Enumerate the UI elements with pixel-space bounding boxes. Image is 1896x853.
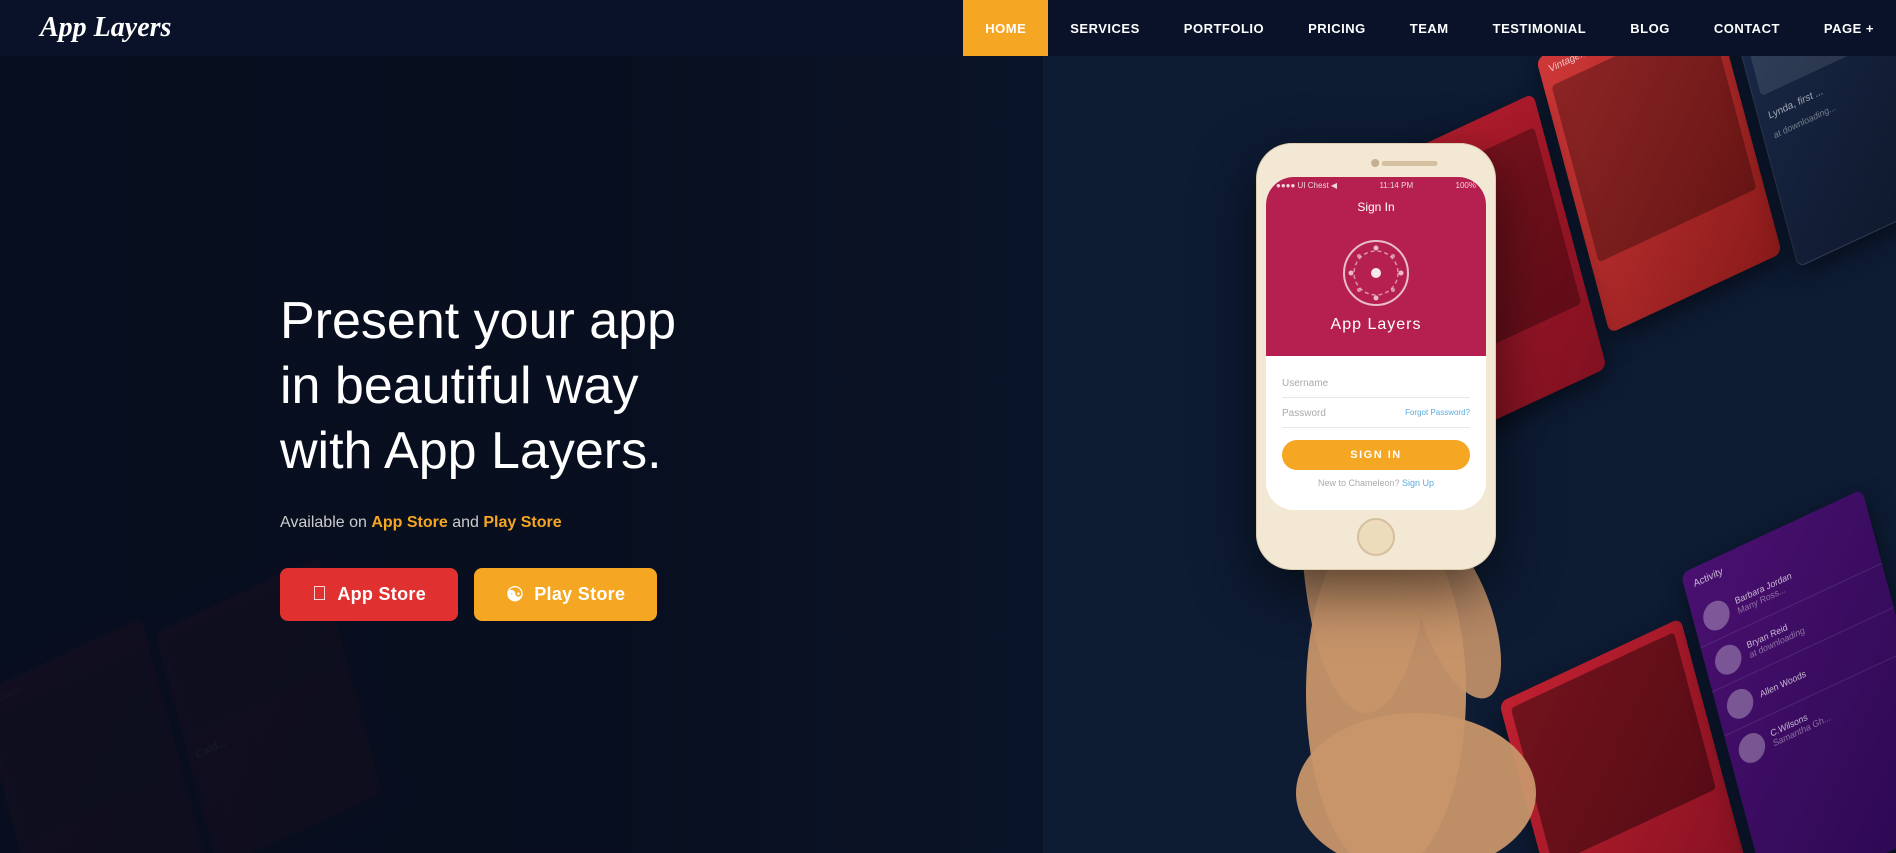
forgot-password-link[interactable]: Forgot Password? — [1405, 408, 1470, 419]
nav-item-services[interactable]: SERVICES — [1048, 0, 1162, 56]
available-and: and — [452, 514, 483, 531]
play-store-text-link[interactable]: Play Store — [483, 514, 561, 531]
play-store-button-label: Play Store — [534, 584, 625, 605]
hero-section: Bags Vintage... Lynda, first ... at down… — [0, 56, 1896, 853]
hero-text-block: Present your app in beautiful way with A… — [0, 229, 700, 681]
apple-icon:  — [312, 583, 327, 606]
available-text: Available on App Store and Play Store — [280, 514, 700, 532]
phone-mockup-wrapper: ●●●● UI Chest ◀ 11:14 PM 100% Sign In — [1226, 113, 1546, 853]
nav-item-home[interactable]: HOME — [963, 0, 1048, 56]
phone-username-field[interactable]: Username — [1282, 370, 1470, 398]
phone-app-name: App Layers — [1331, 316, 1422, 334]
app-store-text-link[interactable]: App Store — [371, 514, 447, 531]
nav-item-team[interactable]: TEAM — [1388, 0, 1471, 56]
phone-signup-text: New to Chameleon? Sign Up — [1282, 478, 1470, 496]
play-store-button[interactable]: ☯ Play Store — [474, 568, 657, 621]
nav-item-pricing[interactable]: PRICING — [1286, 0, 1388, 56]
nav-item-contact[interactable]: CONTACT — [1692, 0, 1802, 56]
phone-status-right: 100% — [1456, 181, 1476, 190]
phone-header: Sign In — [1357, 200, 1394, 214]
phone-home-button[interactable] — [1357, 518, 1395, 556]
android-icon: ☯ — [506, 582, 524, 607]
nav-item-testimonial[interactable]: TESTIMONIAL — [1471, 0, 1609, 56]
navbar: App Layers HOME SERVICES PORTFOLIO PRICI… — [0, 0, 1896, 56]
app-store-button-label: App Store — [337, 584, 426, 605]
phone-password-field[interactable]: Password Forgot Password? — [1282, 400, 1470, 428]
hero-content: Present your app in beautiful way with A… — [0, 56, 1896, 853]
nav-item-portfolio[interactable]: PORTFOLIO — [1162, 0, 1286, 56]
store-buttons:  App Store ☯ Play Store — [280, 568, 700, 621]
available-prefix: Available on — [280, 514, 371, 531]
app-store-button[interactable]:  App Store — [280, 568, 458, 621]
phone-status-time: 11:14 PM — [1379, 181, 1413, 190]
phone-signup-link[interactable]: Sign Up — [1402, 478, 1434, 488]
hero-title: Present your app in beautiful way with A… — [280, 289, 700, 484]
nav-item-page[interactable]: PAGE + — [1802, 0, 1896, 56]
phone-status-left: ●●●● UI Chest ◀ — [1276, 181, 1337, 190]
brand-logo[interactable]: App Layers — [0, 12, 211, 44]
nav-menu: HOME SERVICES PORTFOLIO PRICING TEAM TES… — [963, 0, 1896, 56]
nav-item-blog[interactable]: BLOG — [1608, 0, 1692, 56]
phone-signin-button[interactable]: SIGN IN — [1282, 440, 1470, 470]
